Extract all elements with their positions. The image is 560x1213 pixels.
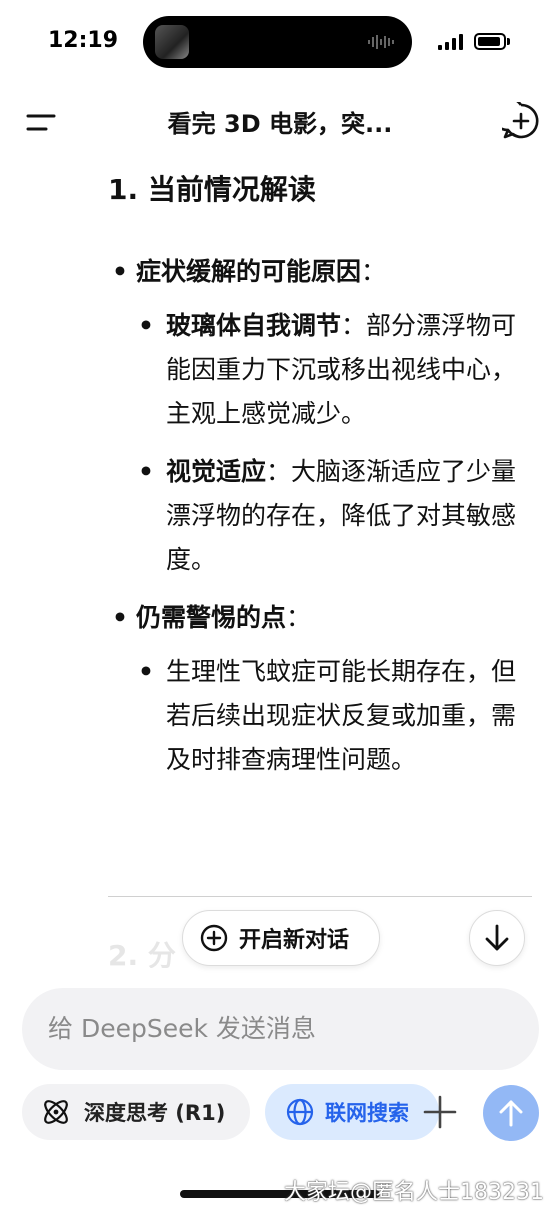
- new-chat-icon: [200, 924, 228, 952]
- bullet-dot: •: [138, 657, 154, 686]
- list-item: • 生理性飞蚊症可能长期存在，但若后续出现症状反复或加重，需及时排查病理性问题。: [138, 650, 528, 782]
- web-search-toggle[interactable]: 联网搜索: [265, 1084, 439, 1140]
- send-button[interactable]: [483, 1085, 539, 1141]
- message-composer: [22, 988, 539, 1070]
- cellular-signal-icon: [438, 34, 463, 50]
- bullet-causes: • 症状缓解的可能原因：: [112, 252, 386, 288]
- next-section-heading: 2. 分: [108, 939, 176, 968]
- start-new-chat-button[interactable]: 开启新对话: [182, 910, 380, 966]
- battery-level: [478, 37, 500, 46]
- section-heading: 1. 当前情况解读: [108, 173, 316, 206]
- start-new-chat-label: 开启新对话: [239, 928, 350, 953]
- scroll-to-bottom-button[interactable]: [469, 910, 525, 966]
- bullet-dot: •: [138, 311, 154, 340]
- bullet-colon: ：: [286, 603, 312, 632]
- bullet-title: 仍需警惕的点: [135, 603, 286, 632]
- arrow-down-icon: [485, 924, 509, 951]
- bullet-dot: •: [112, 257, 128, 286]
- bullet-dot: •: [112, 603, 128, 632]
- status-bar: 12:19: [0, 0, 560, 84]
- arrow-up-icon: [499, 1100, 523, 1127]
- bullet-dot: •: [138, 457, 154, 486]
- bullet-caution: • 仍需警惕的点：: [112, 598, 311, 634]
- dynamic-island[interactable]: [143, 16, 412, 68]
- message-input[interactable]: [48, 1006, 508, 1050]
- item-term: 视觉适应: [166, 457, 267, 486]
- web-search-label: 联网搜索: [325, 1101, 409, 1125]
- globe-icon: [286, 1098, 314, 1126]
- deep-think-toggle[interactable]: 深度思考 (R1): [22, 1084, 250, 1140]
- battery-tip: [507, 38, 510, 45]
- now-playing-thumbnail: [155, 25, 189, 59]
- chat-title[interactable]: 看完 3D 电影，突...: [120, 104, 440, 139]
- battery-icon: [474, 33, 506, 50]
- item-term: 玻璃体自我调节: [166, 311, 342, 340]
- list-item: • 视觉适应：大脑逐渐适应了少量漂浮物的存在，降低了对其敏感度。: [138, 450, 528, 582]
- section-divider: [108, 896, 532, 897]
- deep-think-label: 深度思考 (R1): [84, 1101, 226, 1125]
- watermark: 大家坛@匿名人士183231: [284, 1180, 544, 1205]
- bullet-title: 症状缓解的可能原因: [135, 257, 361, 286]
- status-time: 12:19: [48, 28, 119, 53]
- atom-icon: [44, 1100, 68, 1124]
- chat-header: 看完 3D 电影，突...: [0, 90, 560, 154]
- list-item: • 玻璃体自我调节：部分漂浮物可能因重力下沉或移出视线中心，主观上感觉减少。: [138, 304, 528, 436]
- new-chat-icon[interactable]: [502, 102, 540, 140]
- message-content: 1. 当前情况解读 • 症状缓解的可能原因： • 玻璃体自我调节：部分漂浮物可能因…: [0, 158, 560, 968]
- attach-plus-icon[interactable]: [422, 1094, 458, 1130]
- audio-wave-icon: [368, 35, 394, 49]
- item-text: 生理性飞蚊症可能长期存在，但若后续出现症状反复或加重，需及时排查病理性问题。: [166, 657, 517, 774]
- menu-icon[interactable]: [26, 108, 58, 136]
- bullet-colon: ：: [361, 257, 387, 286]
